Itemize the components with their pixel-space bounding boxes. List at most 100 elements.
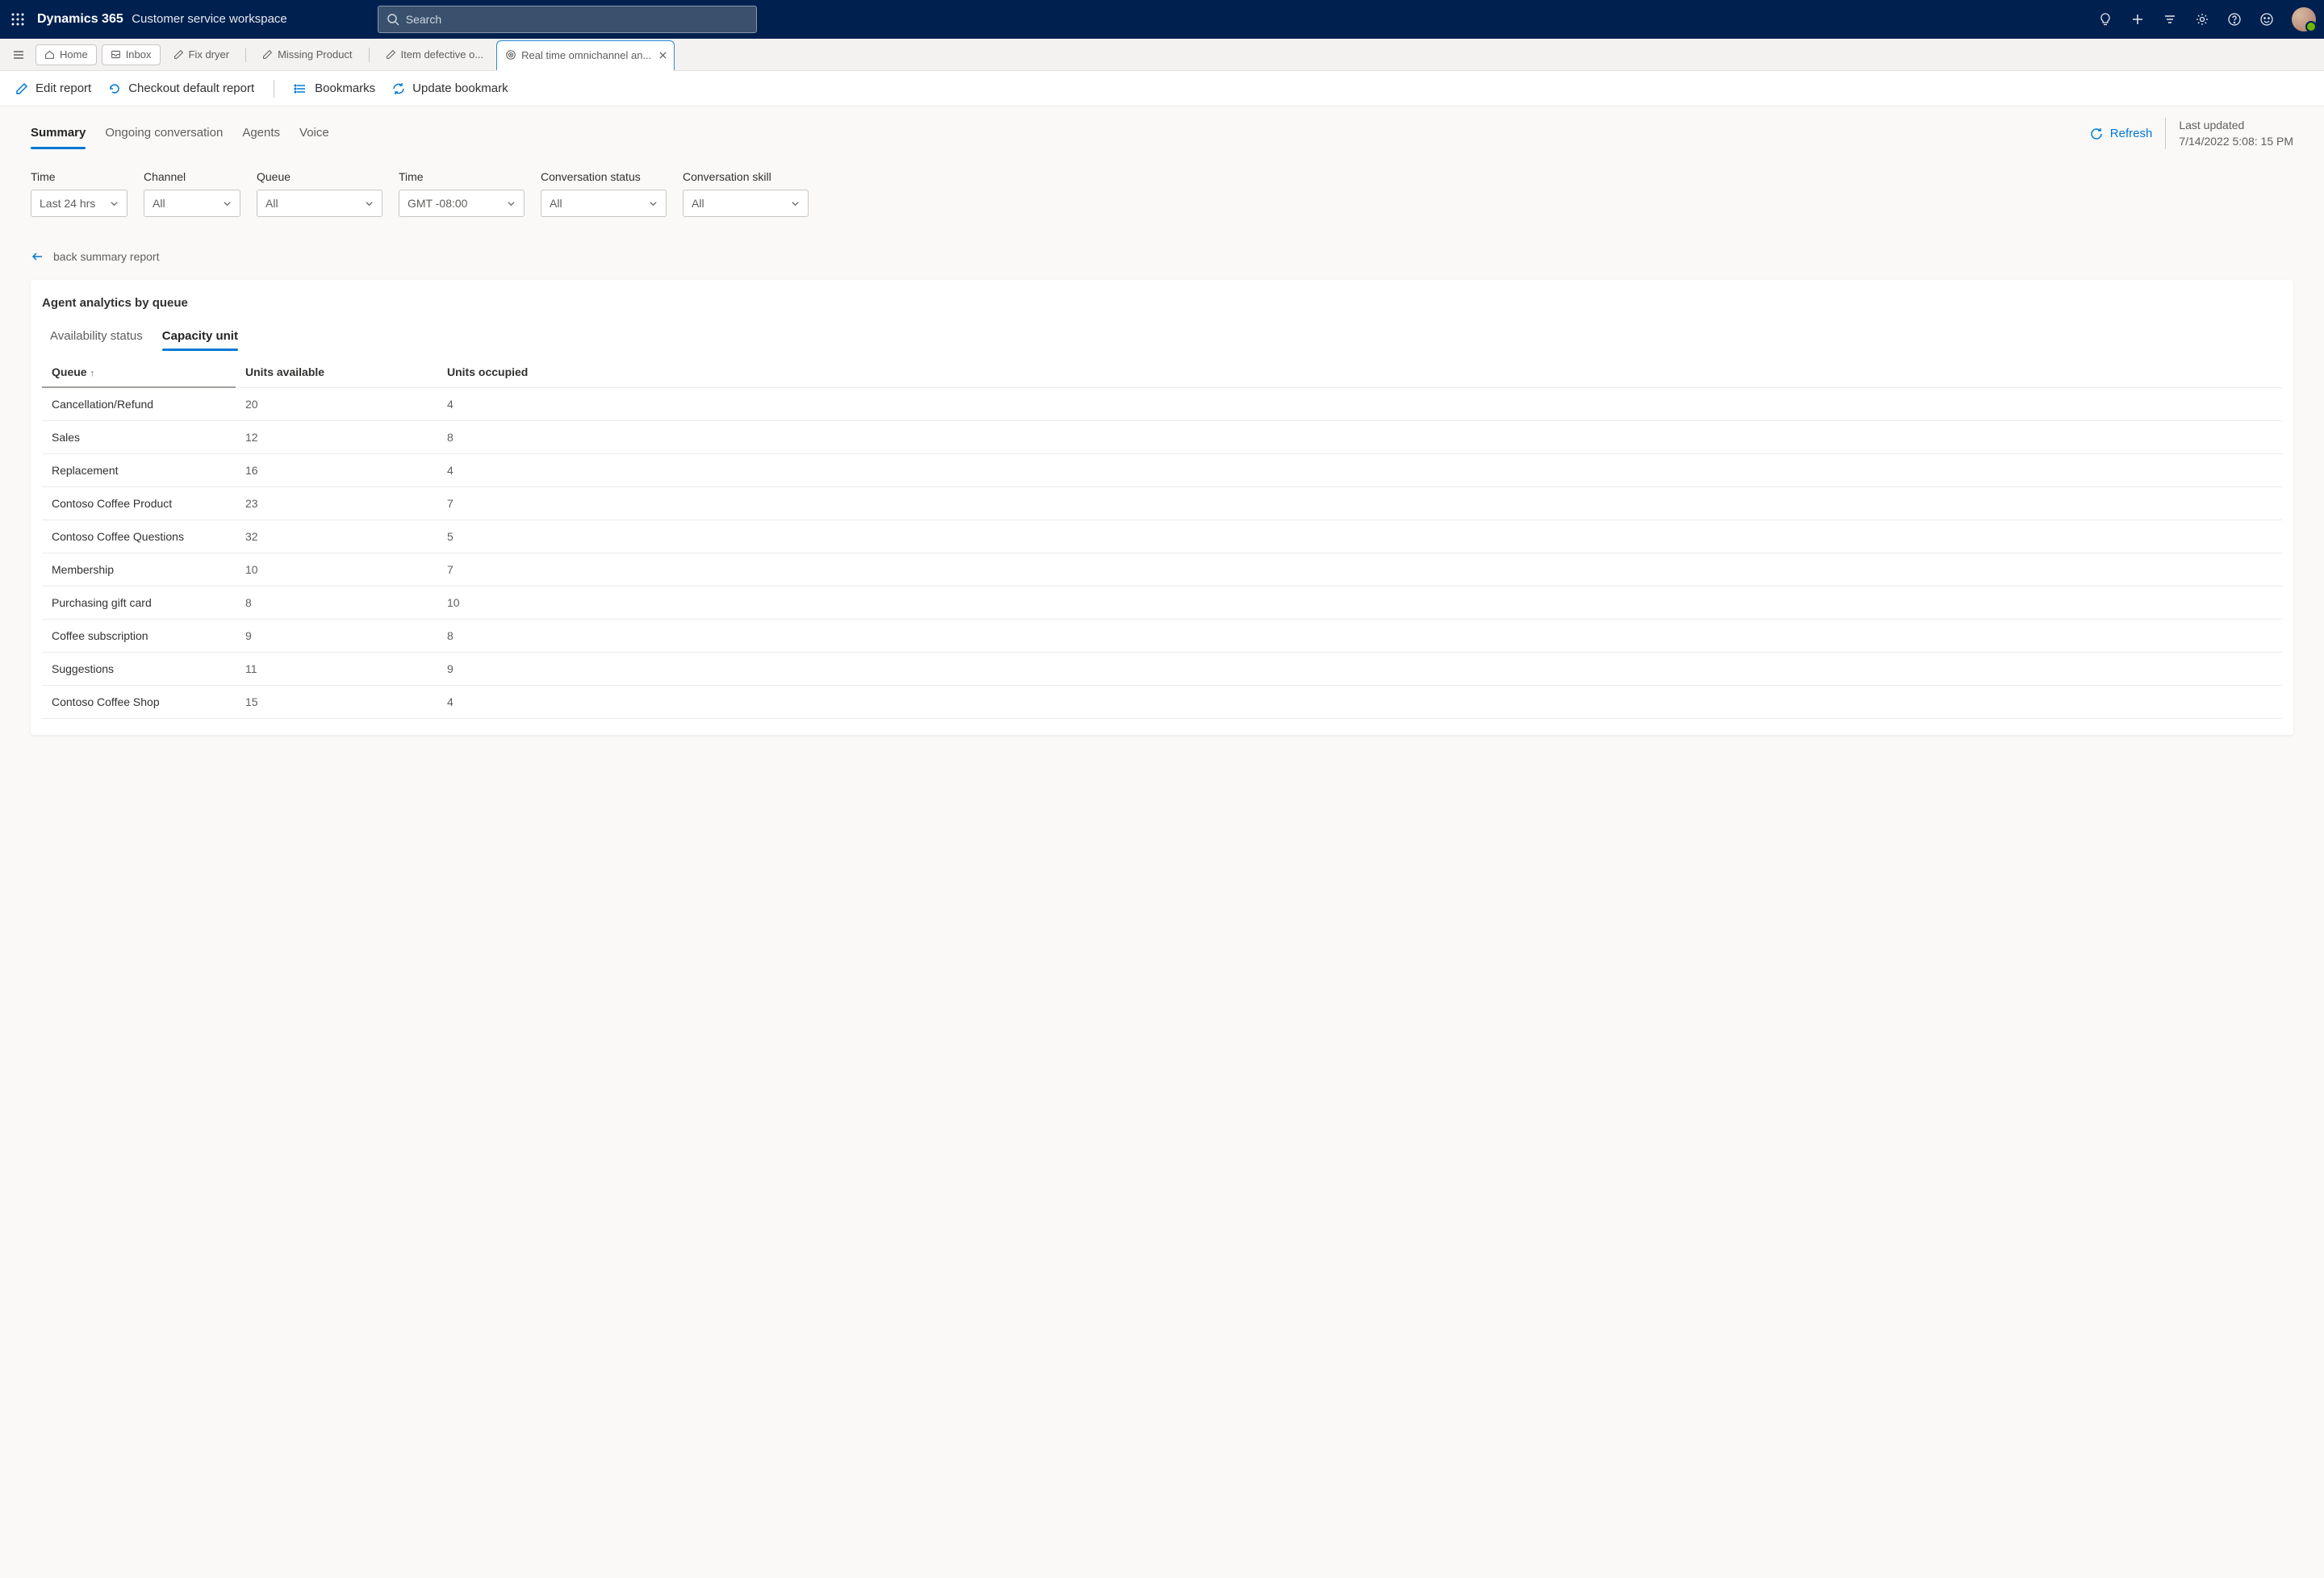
dropdown-value: All xyxy=(153,197,165,210)
filter-icon[interactable] xyxy=(2163,12,2177,27)
sort-asc-icon: ↑ xyxy=(90,369,95,378)
col-available[interactable]: Units available xyxy=(236,357,437,387)
cmd-label: Bookmarks xyxy=(315,81,375,95)
chevron-down-icon xyxy=(365,199,374,208)
cell-available: 23 xyxy=(236,487,437,520)
cell-occupied: 5 xyxy=(437,520,2282,553)
subtab-availability[interactable]: Availability status xyxy=(50,324,143,351)
cell-available: 12 xyxy=(236,421,437,454)
subtab-capacity[interactable]: Capacity unit xyxy=(162,324,238,351)
report-content: Summary Ongoing conversation Agents Voic… xyxy=(0,106,2324,1578)
cell-occupied: 4 xyxy=(437,686,2282,719)
cell-occupied: 8 xyxy=(437,421,2282,454)
card-title: Agent analytics by queue xyxy=(42,296,2282,310)
refresh-label: Refresh xyxy=(2110,127,2153,140)
tab-fix-dryer[interactable]: Fix dryer xyxy=(165,39,238,71)
inbox-button[interactable]: Inbox xyxy=(102,44,161,65)
edit-icon xyxy=(173,49,184,60)
table-row[interactable]: Cancellation/Refund204 xyxy=(42,387,2282,421)
home-button[interactable]: Home xyxy=(36,44,97,65)
cell-occupied: 7 xyxy=(437,487,2282,520)
cell-occupied: 10 xyxy=(437,587,2282,620)
refresh-button[interactable]: Refresh xyxy=(2089,127,2153,141)
table-row[interactable]: Membership107 xyxy=(42,553,2282,587)
skill-dropdown[interactable]: All xyxy=(683,190,809,217)
dropdown-value: Last 24 hrs xyxy=(40,197,95,210)
target-icon xyxy=(505,49,516,61)
table-row[interactable]: Replacement164 xyxy=(42,454,2282,487)
tab-realtime-omnichannel[interactable]: Real time omnichannel an... xyxy=(496,40,675,71)
bookmarks-button[interactable]: Bookmarks xyxy=(294,81,375,96)
tab-missing-product[interactable]: Missing Product xyxy=(254,39,360,71)
cell-queue: Cancellation/Refund xyxy=(42,387,236,421)
table-row[interactable]: Purchasing gift card810 xyxy=(42,587,2282,620)
card-subtabs: Availability status Capacity unit xyxy=(50,324,2282,351)
cell-occupied: 4 xyxy=(437,387,2282,421)
cell-available: 8 xyxy=(236,587,437,620)
cell-queue: Contoso Coffee Product xyxy=(42,487,236,520)
table-row[interactable]: Contoso Coffee Questions325 xyxy=(42,520,2282,553)
global-search[interactable] xyxy=(378,6,757,33)
chevron-down-icon xyxy=(649,199,658,208)
gear-icon[interactable] xyxy=(2195,12,2209,27)
tab-label: Fix dryer xyxy=(189,48,230,61)
smiley-icon[interactable] xyxy=(2259,12,2274,27)
time-dropdown[interactable]: Last 24 hrs xyxy=(31,190,127,217)
tab-label: Item defective o... xyxy=(401,48,484,61)
tab-item-defective[interactable]: Item defective o... xyxy=(378,39,492,71)
update-bookmark-button[interactable]: Update bookmark xyxy=(391,81,508,96)
search-input[interactable] xyxy=(406,13,748,26)
timezone-dropdown[interactable]: GMT -08:00 xyxy=(399,190,525,217)
cell-available: 11 xyxy=(236,653,437,686)
home-label: Home xyxy=(60,48,88,61)
divider xyxy=(245,48,246,62)
inbox-label: Inbox xyxy=(126,48,152,61)
chevron-down-icon xyxy=(791,199,800,208)
edit-icon xyxy=(262,49,273,60)
table-row[interactable]: Coffee subscription98 xyxy=(42,620,2282,653)
back-link[interactable]: back summary report xyxy=(31,249,2293,264)
hamburger-icon[interactable] xyxy=(6,44,31,65)
tab-label: Real time omnichannel an... xyxy=(521,49,651,61)
col-occupied[interactable]: Units occupied xyxy=(437,357,2282,387)
cell-available: 15 xyxy=(236,686,437,719)
filter-skill: Conversation skill All xyxy=(683,170,809,217)
filter-label: Time xyxy=(31,170,127,183)
filter-queue: Queue All xyxy=(257,170,382,217)
agent-analytics-card: Agent analytics by queue Availability st… xyxy=(31,280,2293,735)
table-row[interactable]: Suggestions119 xyxy=(42,653,2282,686)
cell-occupied: 8 xyxy=(437,620,2282,653)
checkout-default-button[interactable]: Checkout default report xyxy=(107,81,254,96)
dropdown-value: All xyxy=(692,197,704,210)
col-queue[interactable]: Queue↑ xyxy=(42,357,236,387)
pivot-agents[interactable]: Agents xyxy=(242,118,280,149)
search-icon xyxy=(387,13,399,26)
plus-icon[interactable] xyxy=(2130,12,2145,27)
app-launcher-icon[interactable] xyxy=(8,10,27,29)
status-dropdown[interactable]: All xyxy=(541,190,667,217)
table-row[interactable]: Contoso Coffee Product237 xyxy=(42,487,2282,520)
cell-available: 9 xyxy=(236,620,437,653)
queue-dropdown[interactable]: All xyxy=(257,190,382,217)
pivot-summary[interactable]: Summary xyxy=(31,118,86,149)
lightbulb-icon[interactable] xyxy=(2098,12,2113,27)
close-icon[interactable] xyxy=(658,51,667,60)
cell-queue: Sales xyxy=(42,421,236,454)
edit-report-button[interactable]: Edit report xyxy=(15,81,91,96)
channel-dropdown[interactable]: All xyxy=(144,190,240,217)
dropdown-value: All xyxy=(265,197,278,210)
pivot-voice[interactable]: Voice xyxy=(299,118,329,149)
chevron-down-icon xyxy=(507,199,516,208)
cell-queue: Contoso Coffee Shop xyxy=(42,686,236,719)
cell-available: 10 xyxy=(236,553,437,587)
user-avatar[interactable] xyxy=(2292,7,2316,31)
command-bar: Edit report Checkout default report Book… xyxy=(0,71,2324,106)
app-header: Dynamics 365 Customer service workspace xyxy=(0,0,2324,39)
filter-label: Queue xyxy=(257,170,382,183)
cmd-label: Checkout default report xyxy=(128,81,254,95)
pivot-ongoing[interactable]: Ongoing conversation xyxy=(105,118,223,149)
table-row[interactable]: Contoso Coffee Shop154 xyxy=(42,686,2282,719)
brand-name: Dynamics 365 xyxy=(37,12,123,26)
table-row[interactable]: Sales128 xyxy=(42,421,2282,454)
help-icon[interactable] xyxy=(2227,12,2242,27)
